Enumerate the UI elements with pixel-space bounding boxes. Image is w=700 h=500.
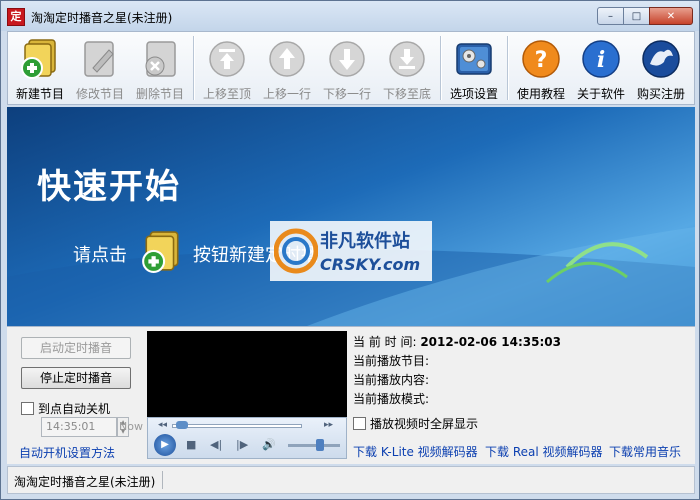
checkbox-box[interactable] [353,417,366,430]
new-program-icon [140,229,184,278]
checkbox-box[interactable] [21,402,34,415]
settings-icon [451,36,497,82]
move-top-button[interactable]: 上移至顶 [197,32,257,104]
seek-bar[interactable] [172,424,302,428]
move-bottom-label: 下移至底 [382,87,431,101]
maximize-button[interactable]: □ [623,7,650,25]
status-text: 淘淘定时播音之星(未注册) [14,475,156,489]
now-label: Now [119,420,143,433]
volume-slider[interactable] [288,444,340,447]
banner-title: 快速开始 [37,167,181,207]
status-separator [162,471,163,489]
move-top-label: 上移至顶 [202,87,251,101]
window-title: 淘淘定时播音之星(未注册) [31,11,173,25]
register-button[interactable]: 购买注册 [631,32,691,104]
delete-program-label: 删除节目 [135,87,184,101]
stop-icon[interactable]: ■ [186,438,196,451]
status-bar: 淘淘定时播音之星(未注册) [7,466,695,494]
svg-text:i: i [597,47,605,73]
app-logo-icon: 定 [7,8,25,26]
new-program-button[interactable]: 新建节目 [10,32,70,104]
fast-forward-icon[interactable]: ▸▸ [324,420,333,430]
start-broadcast-button[interactable]: 启动定时播音 [21,337,131,359]
move-up-label: 上移一行 [262,87,311,101]
banner-background [7,227,695,326]
edit-program-label: 修改节目 [75,87,124,101]
register-icon [638,36,684,82]
move-down-label: 下移一行 [322,87,371,101]
rewind-icon[interactable]: ◂◂ [158,420,167,430]
next-icon[interactable]: |▶ [236,438,248,451]
move-up-icon [264,36,310,82]
seek-handle[interactable] [176,421,188,429]
watermark-logo-icon [274,228,318,274]
current-time-label: 当 前 时 间: [353,335,417,349]
tutorial-button[interactable]: ? 使用教程 [511,32,571,104]
previous-icon[interactable]: ◀| [210,438,222,451]
new-program-label: 新建节目 [15,87,64,101]
volume-icon[interactable]: 🔊 [262,438,276,451]
quick-start-banner: 快速开始 请点击 按钮新建定时播 非凡软件站 CRSKY.com [7,107,695,326]
tutorial-label: 使用教程 [516,87,565,101]
control-panel: 启动定时播音 停止定时播音 到点自动关机 14:35:01 ▲ ▼ Now 自动… [7,326,695,464]
svg-text:?: ? [535,48,548,73]
auto-shutdown-label: 到点自动关机 [38,402,111,416]
move-up-button[interactable]: 上移一行 [257,32,317,104]
shutdown-time-input[interactable]: 14:35:01 [41,417,117,437]
auto-shutdown-checkbox[interactable]: 到点自动关机 [21,400,110,417]
move-down-button[interactable]: 下移一行 [317,32,377,104]
media-player: ◂◂ ▸▸ ▶ ■ ◀| |▶ 🔊 [147,331,347,459]
autostart-settings-link[interactable]: 自动开机设置方法 [19,444,115,461]
volume-handle[interactable] [316,439,324,451]
edit-program-icon [77,36,123,82]
move-bottom-icon [384,36,430,82]
delete-program-button[interactable]: 删除节目 [130,32,190,104]
edit-program-button[interactable]: 修改节目 [70,32,130,104]
toolbar: 新建节目 修改节目 删除节目 上移至顶 上移一行 下移一行 下移至底 选项设置 … [7,31,695,105]
info-icon: i [578,36,624,82]
watermark: 非凡软件站 CRSKY.com [270,221,432,281]
stop-broadcast-button[interactable]: 停止定时播音 [21,367,131,389]
register-label: 购买注册 [636,87,685,101]
minimize-button[interactable]: – [597,7,624,25]
current-mode-label: 当前播放模式: [353,392,430,406]
close-button[interactable]: ✕ [649,7,693,25]
toolbar-separator [507,36,508,100]
current-program-label: 当前播放节目: [353,354,430,368]
fullscreen-checkbox[interactable]: 播放视频时全屏显示 [353,415,478,432]
real-download-link[interactable]: 下载 Real 视频解码器 [485,443,603,460]
move-down-icon [324,36,370,82]
banner-click-text: 请点击 [73,245,127,266]
current-time-row: 当 前 时 间: 2012-02-06 14:35:03 [353,333,561,350]
music-download-link[interactable]: 下载常用音乐 [609,443,681,460]
move-top-icon [204,36,250,82]
klite-download-link[interactable]: 下载 K-Lite 视频解码器 [353,443,478,460]
help-icon: ? [518,36,564,82]
video-display [147,331,347,417]
move-bottom-button[interactable]: 下移至底 [377,32,437,104]
play-icon[interactable]: ▶ [154,434,176,456]
title-bar[interactable]: 定 淘淘定时播音之星(未注册) – □ ✕ [1,1,699,31]
current-time-value: 2012-02-06 14:35:03 [420,335,561,349]
toolbar-separator [193,36,194,100]
fullscreen-label: 播放视频时全屏显示 [370,417,479,431]
watermark-text-en: CRSKY.com [320,255,421,274]
about-label: 关于软件 [576,87,625,101]
watermark-text-cn: 非凡软件站 [320,231,410,252]
delete-program-icon [137,36,183,82]
player-controls: ◂◂ ▸▸ ▶ ■ ◀| |▶ 🔊 [147,417,347,459]
app-window: 定 淘淘定时播音之星(未注册) – □ ✕ 新建节目 修改节目 删除节目 上移至… [0,0,700,500]
current-content-label: 当前播放内容: [353,373,430,387]
new-program-icon [17,36,63,82]
about-button[interactable]: i 关于软件 [571,32,631,104]
settings-label: 选项设置 [449,87,498,101]
settings-button[interactable]: 选项设置 [444,32,504,104]
toolbar-separator [440,36,441,100]
